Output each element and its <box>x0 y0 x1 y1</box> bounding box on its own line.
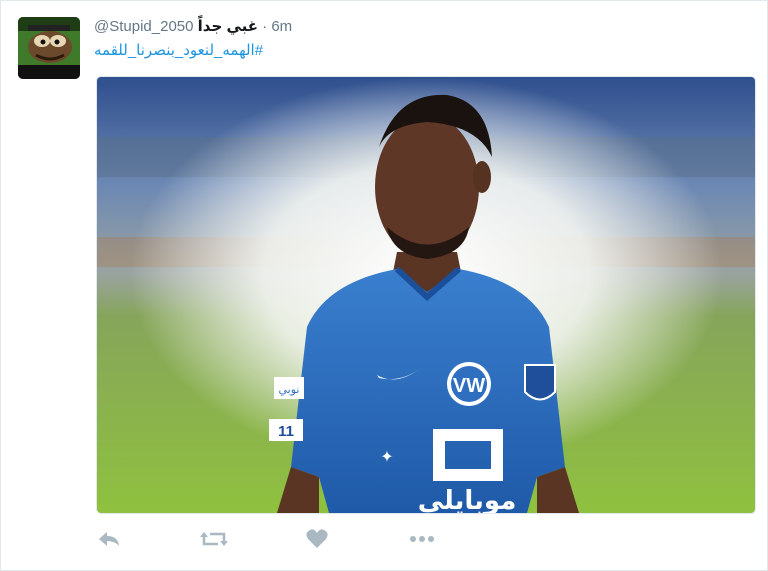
avatar[interactable] <box>18 17 80 79</box>
more-button[interactable] <box>407 525 437 553</box>
avatar-image <box>18 17 80 79</box>
like-button[interactable] <box>302 525 332 553</box>
sleeve-patch-text: ﻧﻮﺑﻲ <box>279 383 300 396</box>
more-icon <box>409 535 435 543</box>
reply-button[interactable] <box>94 525 124 553</box>
kit-sponsor-text: ﻣﻮﺑﺎﻳﻠﻲ <box>418 486 517 513</box>
display-name[interactable]: غبي جداً <box>198 18 258 35</box>
svg-text:✦: ✦ <box>380 447 393 466</box>
hashtag-link[interactable]: #الهمه_لنعود_بنصرنا_للقمه <box>94 41 263 59</box>
header-separator: · <box>262 18 268 35</box>
tweet-photo[interactable]: VW ﻣﻮﺑﺎﻳﻠﻲ ✦ ﻧﻮﺑﻲ 11 <box>96 76 756 514</box>
tweet-header: @Stupid_2050 غبي جداً · 6m <box>94 17 292 37</box>
tweet-timestamp[interactable]: 6m <box>271 18 292 35</box>
shirt-number: 11 <box>278 423 294 440</box>
tweet-actions <box>94 525 454 553</box>
retweet-icon <box>200 530 228 548</box>
tweet-card[interactable]: @Stupid_2050 غبي جداً · 6m #الهمه_لنعود_… <box>0 0 768 571</box>
screen-name[interactable]: @Stupid_2050 <box>94 18 193 35</box>
reply-icon <box>97 530 121 548</box>
photo-image: VW ﻣﻮﺑﺎﻳﻠﻲ ✦ ﻧﻮﺑﻲ 11 <box>97 77 755 513</box>
retweet-button[interactable] <box>199 525 229 553</box>
svg-text:VW: VW <box>453 375 485 397</box>
heart-icon <box>306 529 328 549</box>
